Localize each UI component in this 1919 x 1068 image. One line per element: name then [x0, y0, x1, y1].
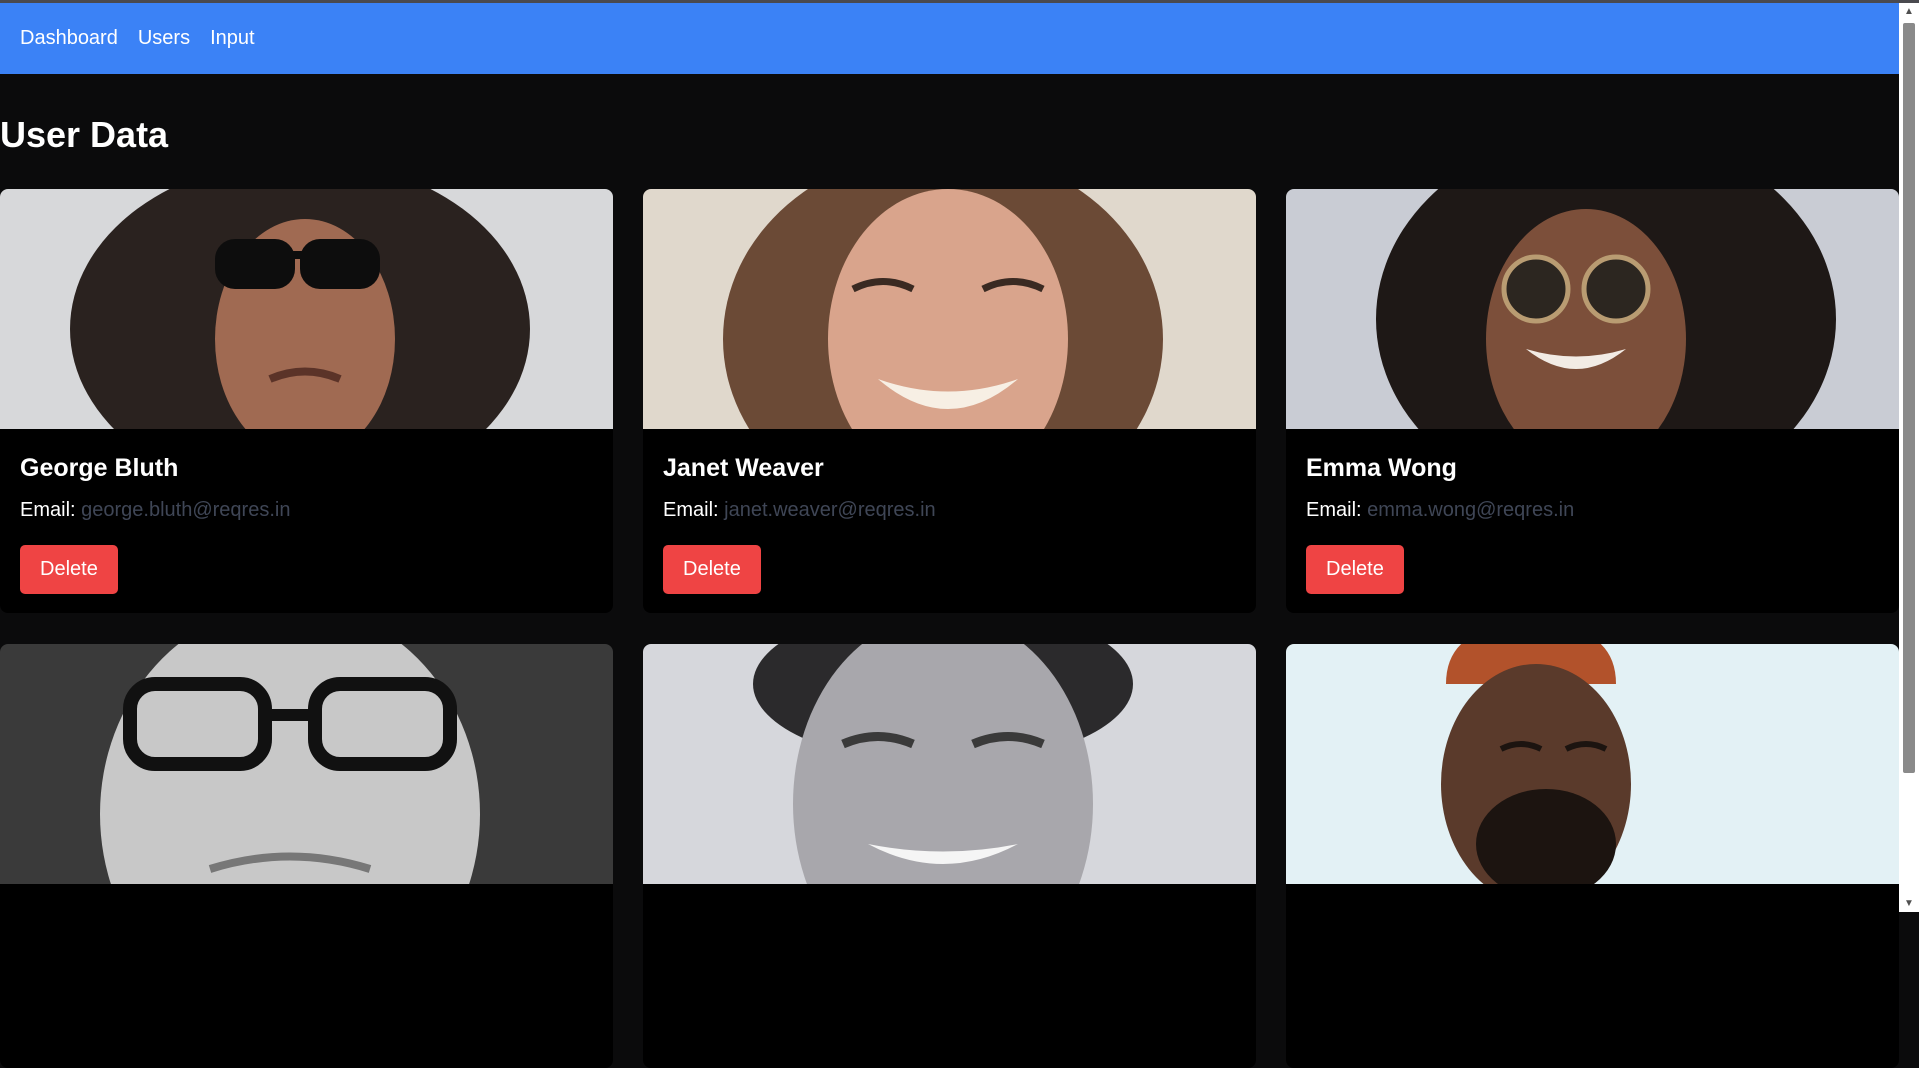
nav-link-users[interactable]: Users [138, 27, 190, 50]
delete-button[interactable]: Delete [20, 545, 118, 594]
user-email-row: Email: janet.weaver@reqres.in [663, 499, 1236, 522]
email-label: Email: [663, 499, 719, 521]
user-email-row: Email: george.bluth@reqres.in [20, 499, 593, 522]
delete-button[interactable]: Delete [1306, 545, 1404, 594]
nav-link-dashboard[interactable]: Dashboard [20, 27, 118, 50]
delete-button[interactable]: Delete [663, 545, 761, 594]
user-avatar [643, 644, 1256, 884]
email-label: Email: [1306, 499, 1362, 521]
page-title: User Data [0, 114, 169, 155]
user-name [20, 884, 593, 909]
user-name: George Bluth [20, 454, 179, 482]
user-avatar [1286, 189, 1899, 429]
user-email: george.bluth@reqres.in [81, 499, 291, 521]
user-avatar [0, 189, 613, 429]
chevron-down-icon[interactable]: ▼ [1899, 895, 1919, 912]
user-avatar [0, 644, 613, 884]
user-avatar [1286, 644, 1899, 884]
user-card [643, 644, 1256, 1068]
user-card: Janet Weaver Email: janet.weaver@reqres.… [643, 189, 1256, 613]
scrollbar-thumb[interactable] [1903, 23, 1915, 773]
user-email: emma.wong@reqres.in [1367, 499, 1575, 521]
user-card: Emma Wong Email: emma.wong@reqres.in Del… [1286, 189, 1899, 613]
user-email: janet.weaver@reqres.in [724, 499, 936, 521]
user-card [1286, 644, 1899, 1068]
user-card: George Bluth Email: george.bluth@reqres.… [0, 189, 613, 613]
user-card [0, 644, 613, 1068]
navbar: Dashboard Users Input [0, 3, 1899, 74]
user-name: Emma Wong [1306, 454, 1457, 482]
user-name [663, 884, 1236, 909]
user-name [1306, 884, 1879, 909]
chevron-up-icon[interactable]: ▲ [1899, 3, 1919, 20]
user-name: Janet Weaver [663, 454, 824, 482]
email-label: Email: [20, 499, 76, 521]
nav-link-input[interactable]: Input [210, 27, 254, 50]
user-email-row: Email: emma.wong@reqres.in [1306, 499, 1879, 522]
vertical-scrollbar[interactable]: ▲ ▼ [1899, 3, 1919, 912]
user-avatar [643, 189, 1256, 429]
